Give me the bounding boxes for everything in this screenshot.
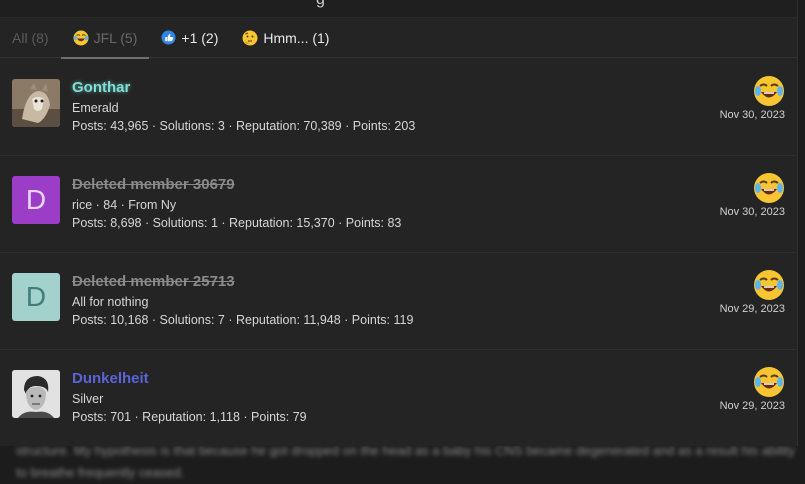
tab-jfl[interactable]: JFL (5) (60, 18, 150, 59)
avatar[interactable] (12, 79, 60, 127)
background-page-text: structure. My hypothesis is that because… (16, 443, 796, 480)
reaction-date: Nov 30, 2023 (719, 206, 785, 218)
member-title: Emerald (72, 101, 119, 115)
reaction-date: Nov 29, 2023 (719, 303, 785, 315)
member-name[interactable]: Deleted member 25713 (72, 273, 235, 290)
member-name[interactable]: Gonthar (72, 79, 130, 96)
list-item: Gonthar Emerald Posts: 43,965 · Solution… (0, 59, 797, 156)
tab-plus-one[interactable]: +1 (2) (161, 18, 218, 58)
member-title: rice · 84 · From Ny (72, 198, 177, 212)
joy-icon (73, 30, 89, 46)
list-item: Dunkelheit Silver Posts: 701 · Reputatio… (0, 350, 797, 446)
member-title: All for nothing (72, 295, 149, 309)
avatar-letter: D (25, 184, 47, 215)
tab-hmm[interactable]: Hmm... (1) (242, 18, 329, 58)
reaction-tabs: All (8) JFL (5) +1 (2) Hmm... (1) (0, 18, 797, 59)
reactions-overlay: g All (8) JFL (5) (0, 0, 798, 446)
member-stats: Posts: 8,698 · Solutions: 1 · Reputation… (72, 216, 402, 230)
joy-icon (753, 269, 785, 301)
reaction-date: Nov 29, 2023 (719, 400, 785, 412)
overlay-title-cut: g (316, 0, 325, 9)
tab-all[interactable]: All (8) (12, 18, 49, 58)
member-name[interactable]: Deleted member 30679 (72, 176, 235, 193)
tab-jfl-label: JFL (5) (93, 29, 138, 46)
joy-icon (753, 366, 785, 398)
avatar-letter: D (25, 281, 47, 312)
tab-plus-one-label: +1 (2) (181, 29, 219, 46)
joy-icon (753, 172, 785, 204)
member-stats: Posts: 701 · Reputation: 1,118 · Points:… (72, 410, 307, 424)
list-item: D Deleted member 30679 rice · 84 · From … (0, 156, 797, 253)
thinking-face-icon (242, 30, 258, 46)
avatar[interactable]: D (12, 273, 60, 321)
thumbs-up-icon (161, 30, 176, 45)
list-item: D Deleted member 25713 All for nothing P… (0, 253, 797, 350)
member-stats: Posts: 43,965 · Solutions: 3 · Reputatio… (72, 119, 416, 133)
member-title: Silver (72, 392, 104, 406)
avatar[interactable]: D (12, 176, 60, 224)
member-stats: Posts: 10,168 · Solutions: 7 · Reputatio… (72, 313, 414, 327)
overlay-header: g (0, 0, 797, 18)
reaction-date: Nov 30, 2023 (719, 109, 785, 121)
tab-all-label: All (8) (12, 29, 49, 46)
member-name[interactable]: Dunkelheit (72, 370, 149, 387)
avatar[interactable] (12, 370, 60, 418)
reaction-list: Gonthar Emerald Posts: 43,965 · Solution… (0, 59, 797, 446)
joy-icon (753, 75, 785, 107)
tab-hmm-label: Hmm... (1) (263, 29, 330, 46)
